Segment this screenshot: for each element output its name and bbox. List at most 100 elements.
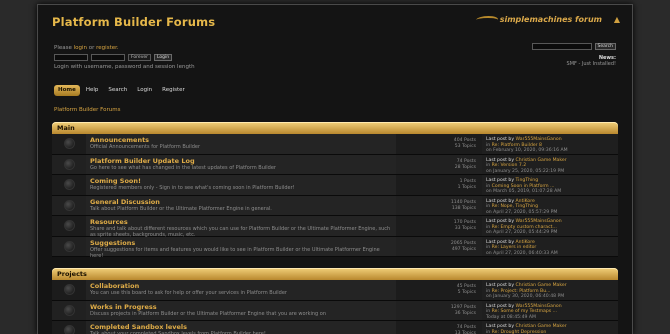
last-post-author-link[interactable]: AntiKore bbox=[516, 240, 535, 245]
board-icon-cell bbox=[52, 216, 86, 236]
last-post-topic-link[interactable]: Re: Project: Platform Bu... bbox=[492, 289, 551, 294]
no-new-posts-icon[interactable] bbox=[63, 138, 75, 150]
board-name-link[interactable]: Suggestions bbox=[90, 239, 392, 247]
board-info: Resources Share and talk about different … bbox=[86, 216, 396, 238]
category-header[interactable]: Main bbox=[52, 122, 618, 134]
last-post-author-link[interactable]: TingThing bbox=[516, 178, 539, 183]
last-post: Last post by War555MainsGanon in Re: Empt… bbox=[482, 216, 618, 236]
board-name-link[interactable]: Collaboration bbox=[90, 282, 392, 290]
board-icon-cell bbox=[52, 237, 86, 257]
topic-count: 33 Topics bbox=[454, 226, 476, 231]
menu-item-home[interactable]: Home bbox=[54, 85, 80, 96]
last-post-author-link[interactable]: War555MainsGanon bbox=[516, 137, 562, 142]
last-post-author-link[interactable]: Christian Game Maker bbox=[516, 158, 567, 163]
board-name-link[interactable]: Announcements bbox=[90, 136, 392, 144]
username-input[interactable] bbox=[54, 54, 88, 61]
no-new-posts-icon[interactable] bbox=[63, 158, 75, 170]
topic-count: 53 Topics bbox=[454, 144, 476, 149]
menu-item-register[interactable]: Register bbox=[158, 85, 189, 96]
board-info: Platform Builder Update Log Go here to se… bbox=[86, 154, 396, 174]
last-post: Last post by Christian Game Maker in Re: … bbox=[482, 154, 618, 174]
search-input[interactable] bbox=[531, 43, 592, 50]
forum-frame: Platform Builder Forums simplemachines f… bbox=[37, 4, 633, 334]
last-post-topic-link[interactable]: Re: Layers in editor bbox=[492, 245, 537, 250]
main-menu: Home Help Search Login Register bbox=[54, 85, 189, 96]
last-post-topic-link[interactable]: Re: Platform Builder 8 bbox=[492, 143, 542, 148]
last-post-date: Today at 08:45:49 AM bbox=[486, 314, 537, 320]
in-label: in bbox=[486, 163, 491, 169]
forum-title[interactable]: Platform Builder Forums bbox=[52, 15, 215, 29]
last-post-label: Last post by bbox=[486, 219, 515, 224]
search-button[interactable]: Search bbox=[594, 43, 616, 50]
topic-count: 28 Topics bbox=[454, 164, 476, 170]
board-name-link[interactable]: Coming Soon! bbox=[90, 177, 392, 185]
board-name-link[interactable]: General Discussion bbox=[90, 198, 392, 206]
last-post-author-link[interactable]: Christian Game Maker bbox=[516, 283, 567, 288]
last-post-topic-link[interactable]: Re: Nope, TingThing bbox=[492, 204, 538, 209]
search-area: Search bbox=[531, 43, 616, 50]
in-label: in bbox=[486, 183, 491, 189]
login-link[interactable]: login bbox=[74, 45, 87, 51]
board-name-link[interactable]: Resources bbox=[90, 218, 392, 226]
last-post-date: on February 10, 2020, 09:36:16 AM bbox=[486, 148, 568, 154]
topic-count: 5 Topics bbox=[457, 290, 476, 295]
last-post-date: on April 27, 2020, 06:40:33 AM bbox=[486, 250, 558, 256]
board-description: Discuss projects in Platform Builder or … bbox=[90, 310, 327, 317]
board-info: Suggestions Offer suggestions for items a… bbox=[86, 236, 396, 259]
no-new-posts-icon[interactable] bbox=[63, 240, 75, 252]
last-post-date: on January 30, 2020, 06:40:48 PM bbox=[486, 294, 565, 300]
menu-item-search[interactable]: Search bbox=[104, 85, 131, 96]
board-stats: 45 Posts 5 Topics bbox=[396, 280, 482, 300]
no-new-posts-icon[interactable] bbox=[63, 304, 75, 316]
in-label: in bbox=[486, 329, 491, 334]
session-length-select[interactable]: Forever bbox=[128, 54, 151, 61]
login-button[interactable]: Login bbox=[153, 54, 173, 61]
last-post-topic-link[interactable]: Coming Soon in Platform ... bbox=[492, 184, 555, 189]
category-main: Main Announcements Official Announcements … bbox=[52, 122, 618, 259]
board-row: Announcements Official Announcements for … bbox=[52, 134, 618, 155]
last-post-topic-link[interactable]: Re: Some of my Testmaps ... bbox=[492, 309, 557, 314]
menu-item-help[interactable]: Help bbox=[82, 85, 103, 96]
last-post-author-link[interactable]: War555MainsGanon bbox=[516, 219, 562, 224]
board-stats: 404 Posts 53 Topics bbox=[396, 134, 482, 154]
board-name-link[interactable]: Works in Progress bbox=[90, 303, 392, 311]
last-post: Last post by War555MainsGanon in Re: Some… bbox=[482, 300, 618, 320]
board-row: Works in Progress Discuss projects in Pla… bbox=[52, 300, 618, 321]
last-post-author-link[interactable]: AntiKore bbox=[516, 199, 535, 204]
smf-logo[interactable]: simplemachines forum bbox=[474, 15, 602, 24]
board-description: Official Announcements for Platform Buil… bbox=[90, 144, 201, 150]
board-icon-cell bbox=[52, 155, 86, 175]
last-post-topic-link[interactable]: Re: Drought Depression bbox=[492, 330, 547, 334]
login-prompt: Please login or register. bbox=[54, 45, 119, 51]
last-post-author-link[interactable]: Christian Game Maker bbox=[516, 324, 567, 329]
no-new-posts-icon[interactable] bbox=[63, 325, 75, 334]
category-header[interactable]: Projects bbox=[52, 268, 618, 280]
no-new-posts-icon[interactable] bbox=[63, 199, 75, 211]
last-post-topic-link[interactable]: Re: Empty custom charact... bbox=[492, 225, 557, 230]
in-label: in bbox=[486, 224, 491, 230]
category-projects: Projects Collaboration You can use this bo… bbox=[52, 268, 618, 334]
board-row: Coming Soon! Registered members only - Si… bbox=[52, 175, 618, 196]
in-label: in bbox=[486, 309, 491, 315]
board-description: You can use this board to ask for help o… bbox=[90, 290, 287, 296]
last-post-topic-link[interactable]: Re: Version 7.2 bbox=[492, 163, 526, 168]
password-input[interactable] bbox=[91, 54, 125, 61]
collapse-header-icon[interactable]: ▲ bbox=[614, 15, 620, 24]
register-link[interactable]: register. bbox=[96, 45, 118, 51]
board-name-link[interactable]: Completed Sandbox levels bbox=[90, 323, 392, 331]
last-post-author-link[interactable]: War555MainsGanon bbox=[516, 304, 562, 309]
no-new-posts-icon[interactable] bbox=[63, 284, 75, 296]
login-hint: Login with username, password and sessio… bbox=[54, 64, 195, 70]
board-icon-cell bbox=[52, 301, 86, 321]
last-post: Last post by Christian Game Maker in Re: … bbox=[482, 321, 618, 334]
no-new-posts-icon[interactable] bbox=[63, 179, 75, 191]
in-label: in bbox=[486, 204, 491, 210]
login-area: Please login or register. Forever Login … bbox=[54, 45, 195, 70]
smf-swirl-icon bbox=[474, 15, 500, 24]
menu-item-login[interactable]: Login bbox=[133, 85, 156, 96]
in-label: in bbox=[486, 142, 491, 148]
last-post: Last post by AntiKore in Re: Layers in ed… bbox=[482, 236, 618, 256]
no-new-posts-icon[interactable] bbox=[63, 220, 75, 232]
board-name-link[interactable]: Platform Builder Update Log bbox=[90, 157, 392, 165]
breadcrumb[interactable]: Platform Builder Forums bbox=[54, 107, 120, 113]
